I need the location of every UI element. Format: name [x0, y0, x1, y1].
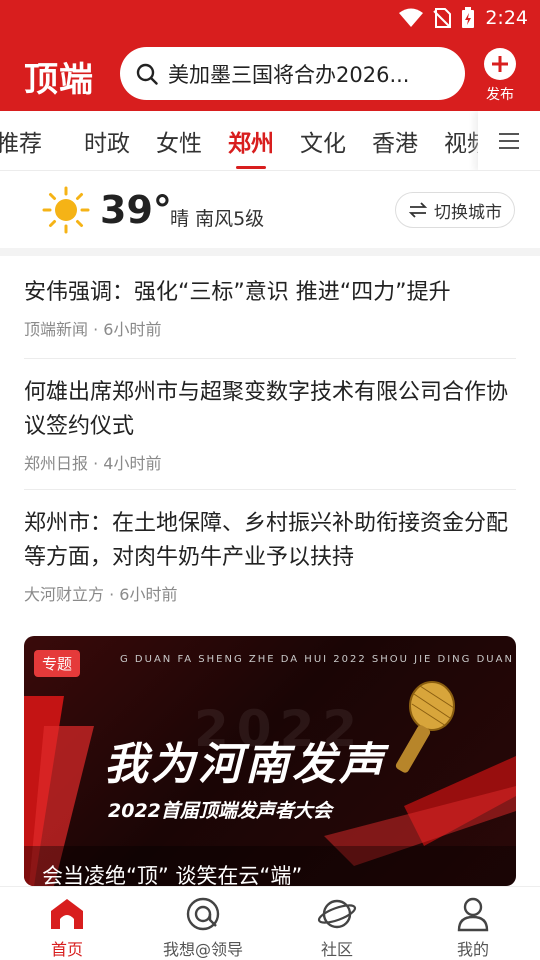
- temperature: 39°: [100, 188, 172, 232]
- search-bar[interactable]: 美加墨三国将合办2026...: [120, 47, 465, 100]
- weather-description: 晴 南风5级: [170, 204, 264, 231]
- status-bar: 2:24: [399, 4, 528, 32]
- news-source: 顶端新闻: [24, 320, 89, 339]
- nav-mine-label: 我的: [456, 940, 489, 959]
- app-logo[interactable]: 顶端: [24, 52, 94, 101]
- tab-hongkong[interactable]: 香港: [372, 124, 418, 158]
- topic-banner[interactable]: 专题 G DUAN FA SHENG ZHE DA HUI 2022 SHOU …: [24, 636, 516, 886]
- wifi-icon: [399, 8, 424, 27]
- weather-widget: 39° 晴 南风5级 切换城市: [0, 172, 540, 248]
- nav-home-label: 首页: [50, 940, 83, 959]
- news-source: 郑州日报: [24, 454, 89, 473]
- swap-icon: [408, 202, 428, 218]
- news-time: 6小时前: [119, 585, 178, 604]
- nav-community[interactable]: 社区: [282, 895, 392, 960]
- nav-ask-leader[interactable]: 我想@领导: [148, 895, 258, 960]
- news-meta: 大河财立方 · 6小时前: [24, 585, 178, 604]
- hamburger-icon: [499, 133, 519, 149]
- news-title: 何雄出席郑州市与超聚变数字技术有限公司合作协议签约仪式: [24, 380, 509, 439]
- news-source: 大河财立方: [24, 585, 105, 604]
- banner-caption: 会当凌绝“顶” 谈笑在云“端”: [42, 864, 303, 886]
- banner-title: 我为河南发声: [104, 739, 386, 790]
- banner-subtitle: 2022首届顶端发声者大会: [108, 800, 332, 822]
- tab-recommend[interactable]: 推荐: [0, 124, 42, 158]
- news-item[interactable]: 郑州市：在土地保障、乡村振兴补助衔接资金分配等方面，对肉牛奶牛产业予以扶持 大河…: [24, 507, 516, 605]
- nav-home[interactable]: 首页: [12, 895, 122, 960]
- microphone-icon: [395, 681, 455, 773]
- news-title: 郑州市：在土地保障、乡村振兴补助衔接资金分配等方面，对肉牛奶牛产业予以扶持: [24, 511, 509, 570]
- tab-culture[interactable]: 文化: [300, 124, 346, 158]
- publish-label: 发布: [486, 87, 514, 103]
- bottom-navigation: 首页 我想@领导 社区 我的: [0, 886, 540, 960]
- weather-condition: 晴: [170, 208, 190, 230]
- clock: 2:24: [485, 7, 528, 29]
- tab-women[interactable]: 女性: [156, 124, 202, 158]
- app-header: 2:24 顶端 美加墨三国将合办2026... 发布: [0, 0, 540, 111]
- nav-ask-leader-label: 我想@领导: [162, 940, 243, 959]
- news-time: 4小时前: [103, 454, 162, 473]
- plus-icon: [484, 48, 516, 80]
- banner-scroll-text: G DUAN FA SHENG ZHE DA HUI 2022 SHOU JIE…: [120, 654, 516, 665]
- home-icon: [51, 899, 83, 929]
- channel-menu-button[interactable]: [478, 111, 540, 170]
- switch-city-button[interactable]: 切换城市: [395, 192, 515, 228]
- tab-zhengzhou[interactable]: 郑州: [228, 124, 274, 158]
- at-mention-icon: [186, 897, 220, 931]
- news-item[interactable]: 安伟强调：强化“三标”意识 推进“四力”提升 顶端新闻 · 6小时前: [24, 276, 516, 340]
- tab-politics[interactable]: 时政: [84, 124, 130, 158]
- switch-city-label: 切换城市: [434, 202, 502, 223]
- nav-mine[interactable]: 我的: [418, 895, 528, 960]
- search-icon: [136, 63, 158, 85]
- no-sim-icon: [433, 8, 452, 28]
- publish-button[interactable]: 发布: [480, 48, 520, 104]
- battery-icon: [462, 7, 475, 28]
- news-title: 安伟强调：强化“三标”意识 推进“四力”提升: [24, 280, 451, 305]
- news-item[interactable]: 何雄出席郑州市与超聚变数字技术有限公司合作协议签约仪式 郑州日报 · 4小时前: [24, 376, 516, 474]
- nav-community-label: 社区: [320, 940, 353, 959]
- planet-icon: [317, 899, 357, 929]
- news-meta: 顶端新闻 · 6小时前: [24, 320, 162, 339]
- news-meta: 郑州日报 · 4小时前: [24, 454, 162, 473]
- search-hint-text: 美加墨三国将合办2026...: [168, 62, 410, 87]
- sun-icon: [42, 186, 90, 234]
- news-time: 6小时前: [103, 320, 162, 339]
- wind-info: 南风5级: [195, 208, 265, 230]
- user-icon: [457, 897, 489, 932]
- channel-tabs: 推荐 时政 女性 郑州 文化 香港 视频: [0, 111, 540, 171]
- topic-tag: 专题: [34, 650, 81, 677]
- active-tab-indicator: [236, 166, 266, 169]
